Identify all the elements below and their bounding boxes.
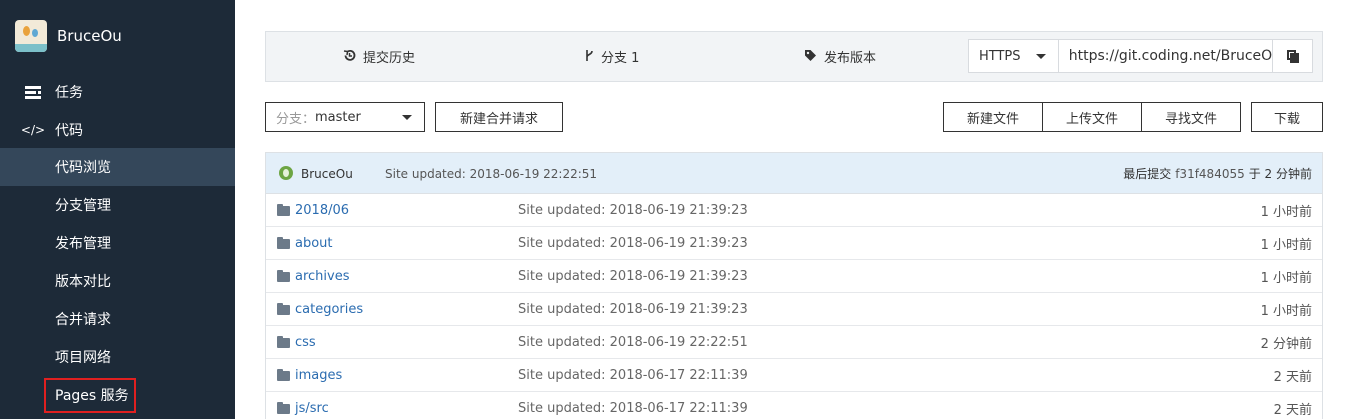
file-table: BruceOu Site updated: 2018-06-19 22:22:5… (265, 152, 1323, 419)
folder-icon (277, 204, 290, 216)
clone-url-input[interactable]: https://git.coding.net/BruceOu/BruceOu.g… (1059, 40, 1272, 72)
find-file-button[interactable]: 寻找文件 (1141, 102, 1241, 132)
tag-icon (804, 49, 817, 65)
file-time: 2 天前 (1273, 370, 1312, 385)
sidebar-item-label: 发布管理 (55, 236, 111, 252)
list-icon (24, 85, 42, 99)
file-name[interactable]: archives (295, 260, 350, 293)
file-commit-message[interactable]: Site updated: 2018-06-17 22:11:39 (518, 359, 748, 392)
project-avatar (15, 20, 47, 52)
table-row[interactable]: images Site updated: 2018-06-17 22:11:39… (266, 359, 1322, 392)
latest-commit-label: 最后提交 (1123, 167, 1172, 181)
file-commit-message[interactable]: Site updated: 2018-06-19 21:39:23 (518, 194, 748, 227)
branch-select[interactable]: 分支： master (265, 102, 425, 132)
sidebar-item-network[interactable]: 项目网络 (0, 338, 235, 376)
file-name[interactable]: about (295, 227, 333, 260)
file-time: 1 小时前 (1260, 205, 1312, 220)
main-content: 提交历史 分支 1 发布版本 HTTPS https://git.coding.… (235, 0, 1355, 419)
clone-url-group: HTTPS https://git.coding.net/BruceOu/Bru… (968, 39, 1313, 73)
folder-icon (277, 336, 290, 348)
file-commit-message[interactable]: Site updated: 2018-06-19 21:39:23 (518, 293, 748, 326)
history-link[interactable]: 提交历史 (343, 32, 415, 81)
commit-author[interactable]: BruceOu (301, 153, 353, 194)
table-row[interactable]: archives Site updated: 2018-06-19 21:39:… (266, 260, 1322, 293)
nav-item-code-label: 代码 (55, 123, 83, 139)
releases-link[interactable]: 发布版本 (804, 32, 876, 81)
sidebar-item-label: 项目网络 (55, 350, 111, 366)
sidebar-item-compare[interactable]: 版本对比 (0, 262, 235, 300)
file-name[interactable]: categories (295, 293, 363, 326)
table-row[interactable]: categories Site updated: 2018-06-19 21:3… (266, 293, 1322, 326)
project-brand[interactable]: BruceOu (15, 19, 122, 53)
table-row[interactable]: about Site updated: 2018-06-19 21:39:23 … (266, 227, 1322, 260)
sidebar-item-branches[interactable]: 分支管理 (0, 186, 235, 224)
latest-commit-bar: BruceOu Site updated: 2018-06-19 22:22:5… (266, 153, 1322, 194)
file-name[interactable]: css (295, 326, 316, 359)
download-button[interactable]: 下载 (1251, 102, 1323, 132)
releases-label: 发布版本 (824, 51, 877, 66)
clone-protocol-select[interactable]: HTTPS (969, 40, 1059, 72)
branch-select-prefix: 分支： (276, 111, 316, 127)
folder-icon (277, 270, 290, 282)
folder-icon (277, 369, 290, 381)
branches-link[interactable]: 分支 1 (584, 32, 639, 81)
folder-icon (277, 237, 290, 249)
latest-commit-info: 最后提交 f31f484055 于 2 分钟前 (1123, 153, 1312, 194)
branches-label: 分支 1 (601, 51, 640, 66)
project-name: BruceOu (57, 27, 122, 45)
chevron-down-icon (1035, 54, 1046, 59)
avatar (279, 166, 293, 180)
file-name[interactable]: 2018/06 (295, 194, 349, 227)
file-time: 2 分钟前 (1260, 337, 1312, 352)
code-icon: </> (20, 123, 46, 137)
copy-icon (1286, 49, 1299, 63)
upload-file-button[interactable]: 上传文件 (1042, 102, 1142, 132)
file-commit-message[interactable]: Site updated: 2018-06-19 22:22:51 (518, 326, 748, 359)
sidebar-item-label: 版本对比 (55, 274, 111, 290)
chevron-down-icon (402, 115, 412, 120)
sidebar: BruceOu 任务 </> 代码 代码浏览 分支管理 发布管理 版本对比 合并… (0, 0, 235, 419)
folder-icon (277, 303, 290, 315)
nav-item-tasks-label: 任务 (55, 85, 83, 101)
history-icon (343, 49, 356, 65)
branch-select-value: master (315, 109, 361, 125)
folder-icon (277, 402, 290, 414)
sidebar-item-releases[interactable]: 发布管理 (0, 224, 235, 262)
new-merge-request-button[interactable]: 新建合并请求 (435, 102, 563, 132)
branch-icon (584, 49, 594, 65)
sidebar-item-code-browse[interactable]: 代码浏览 (0, 148, 235, 186)
file-commit-message[interactable]: Site updated: 2018-06-17 22:11:39 (518, 392, 748, 419)
commit-hash[interactable]: f31f484055 (1175, 167, 1245, 181)
file-time: 2 天前 (1273, 403, 1312, 418)
file-time: 1 小时前 (1260, 304, 1312, 319)
nav-item-code[interactable]: </> 代码 (0, 111, 235, 149)
file-name[interactable]: js/src (295, 392, 329, 419)
file-commit-message[interactable]: Site updated: 2018-06-19 21:39:23 (518, 260, 748, 293)
sidebar-item-label: 分支管理 (55, 198, 111, 214)
commit-time: 于 2 分钟前 (1248, 167, 1312, 181)
table-row[interactable]: js/src Site updated: 2018-06-17 22:11:39… (266, 392, 1322, 419)
copy-button[interactable] (1272, 40, 1312, 72)
table-row[interactable]: 2018/06 Site updated: 2018-06-19 21:39:2… (266, 194, 1322, 227)
sidebar-item-label: 代码浏览 (55, 160, 111, 176)
commit-message: Site updated: 2018-06-19 22:22:51 (385, 166, 598, 181)
sidebar-item-label: 合并请求 (55, 312, 111, 328)
nav-item-tasks[interactable]: 任务 (0, 73, 235, 111)
table-row[interactable]: css Site updated: 2018-06-19 22:22:51 2 … (266, 326, 1322, 359)
sidebar-item-merge-requests[interactable]: 合并请求 (0, 300, 235, 338)
file-commit-message[interactable]: Site updated: 2018-06-19 21:39:23 (518, 227, 748, 260)
highlight-box (44, 378, 136, 413)
file-time: 1 小时前 (1260, 271, 1312, 286)
new-file-button[interactable]: 新建文件 (943, 102, 1043, 132)
repo-toolbar: 提交历史 分支 1 发布版本 HTTPS https://git.coding.… (265, 31, 1323, 82)
file-name[interactable]: images (295, 359, 342, 392)
file-time: 1 小时前 (1260, 238, 1312, 253)
clone-protocol-value: HTTPS (979, 48, 1021, 64)
history-label: 提交历史 (363, 51, 416, 66)
